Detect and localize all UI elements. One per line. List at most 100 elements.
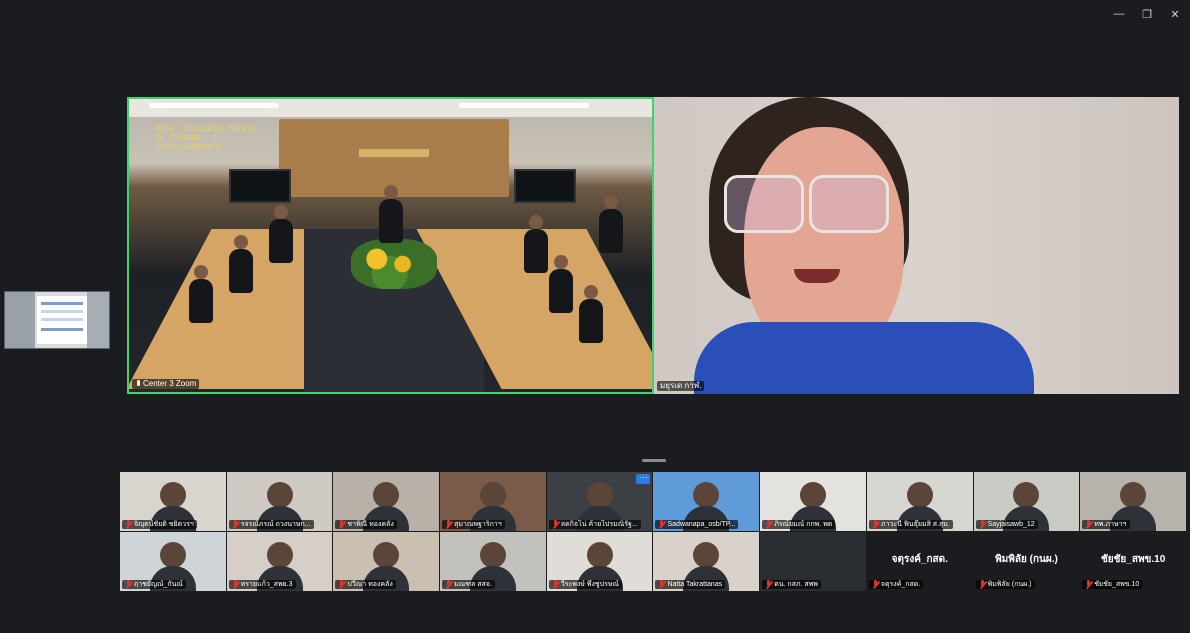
participant-name-label: จิญุตน์ชัยติ ชยิตวรฯ	[122, 520, 197, 529]
participant-tile[interactable]: จตุรงค์_กสด. จตุรงค์_กสด.	[866, 532, 973, 591]
participant-name: สุมาณพฐาริกาฯ	[454, 521, 502, 528]
microphone-muted-icon	[872, 580, 879, 589]
participant-video	[790, 482, 837, 531]
restore-button[interactable]: ❐	[1136, 6, 1158, 22]
participant-tile[interactable]: ทพ.ภาษาฯ	[1080, 472, 1186, 531]
microphone-muted-icon	[552, 580, 559, 589]
participant-tile[interactable]: รจรณ์ภรณ์ ถวงนาษก...	[226, 472, 333, 531]
participant-tile[interactable]: สุมาณพฐาริกาฯ	[440, 472, 546, 531]
participant-tile[interactable]: ฤาชยัญณ์_กันณ์	[120, 532, 226, 591]
participant-name-label: วีระพงษ์ พึงชูปรษณ์	[548, 580, 622, 589]
participant-tile[interactable]: ทรายแก้ว_สพย.3	[226, 532, 333, 591]
participant-tile[interactable]: ภาวะนี ฟินธุ๊ยมสิ ส.สุม.	[866, 472, 973, 531]
thumbnail-panel	[87, 292, 109, 348]
participant-name-label: ทรายแก้ว_สพย.3	[228, 580, 296, 589]
participant-name-label: Sayjaisawb_12	[975, 520, 1038, 529]
participant-tile[interactable]: จิญุตน์ชัยติ ชยิตวรฯ	[120, 472, 226, 531]
gallery-strip: จิญุตน์ชัยติ ชยิตวรฯ รจรณ์ภรณ์ ถวงนาษก...…	[120, 472, 1186, 591]
microphone-muted-icon	[445, 580, 452, 589]
video-overlay-text: MODE: SEAMLESS MATRIX RX CHANNEL: 1 1920…	[155, 125, 256, 152]
participant-tile[interactable]: ปวีณา ทองคลัง	[333, 532, 440, 591]
microphone-muted-icon	[125, 520, 132, 529]
participant-name: มณฑล สสจ.	[454, 581, 492, 588]
microphone-muted-icon	[765, 580, 772, 589]
microphone-muted-icon	[445, 520, 452, 529]
participant-video	[683, 482, 730, 531]
microphone-muted-icon	[658, 520, 665, 529]
microphone-muted-icon	[338, 580, 345, 589]
microphone-muted-icon	[765, 520, 772, 529]
participant-name: ชัยชัย_สพข.10	[1094, 581, 1140, 588]
participant-video	[469, 482, 516, 531]
participant-video	[149, 482, 196, 531]
participant-video	[576, 482, 623, 531]
participant-name-label: ชาพิณี ทองคลัง	[335, 520, 397, 529]
participant-display-name: จตุรงค์_กสด.	[891, 554, 948, 565]
participant-name-label: รจรณ์ภรณ์ ถวงนาษก...	[228, 520, 314, 529]
participant-name-label: มยุรเด กาฬ.	[657, 381, 705, 391]
participant-video	[363, 482, 410, 531]
participant-tile[interactable]: ภิรณ์ยมณ์ กกพ. พด	[760, 472, 866, 531]
more-options-button[interactable]: ···	[636, 474, 651, 484]
participant-video	[1003, 482, 1050, 531]
microphone-muted-icon	[552, 520, 559, 529]
participant-name-label: สุมาณพฐาริกาฯ	[442, 520, 505, 529]
microphone-muted-icon	[979, 580, 986, 589]
participant-name: Natta Takrattanas	[667, 581, 723, 588]
participant-tile[interactable]: ตน. กสภ. สพพ	[760, 532, 866, 591]
participant-tile[interactable]: ชาพิณี ทองคลัง	[333, 472, 440, 531]
participant-name: Sayjaisawb_12	[987, 521, 1035, 528]
speaker-video	[654, 97, 1179, 394]
participant-video	[149, 542, 196, 591]
microphone-muted-icon	[872, 520, 879, 529]
participant-tile[interactable]: มณฑล สสจ.	[440, 532, 546, 591]
restore-icon: ❐	[1142, 8, 1152, 21]
participant-name: ปวีณา ทองคลัง	[347, 581, 393, 588]
participant-video	[1110, 482, 1157, 531]
participant-name-label: ภิรณ์ยมณ์ กกพ. พด	[762, 520, 836, 529]
close-button[interactable]: ✕	[1164, 6, 1186, 22]
video-tile-speaker[interactable]: มยุรเด กาฬ.	[654, 97, 1179, 394]
participant-name: จตุรงค์_กสด.	[880, 581, 921, 588]
participant-tile[interactable]: ชัยชัย_สพข.10 ชัยชัย_สพข.10	[1080, 532, 1186, 591]
participant-tile[interactable]: Sayjaisawb_12	[973, 472, 1080, 531]
video-tile-conference-room[interactable]: MODE: SEAMLESS MATRIX RX CHANNEL: 1 1920…	[127, 97, 654, 394]
participant-name-label: ลดกิจโน่ ค้ายโปรมณิรัฐ...	[548, 520, 641, 529]
thumbnail-panel	[5, 292, 35, 348]
microphone-muted-icon	[1085, 580, 1092, 589]
participant-tile[interactable]: Sadwanapa_osb/TP...	[653, 472, 760, 531]
participant-video	[896, 482, 943, 531]
participant-name-label: Natta Takrattanas	[655, 580, 726, 589]
gallery-resize-handle[interactable]	[642, 459, 666, 462]
participant-video	[576, 542, 623, 591]
participant-tile[interactable]: พิมพิลัย (กนผ.) พิมพิลัย (กนผ.)	[973, 532, 1080, 591]
participant-tile[interactable]: ··· ลดกิจโน่ ค้ายโปรมณิรัฐ...	[546, 472, 653, 531]
thumbnail-document	[37, 296, 87, 344]
participant-name: ตน. กสภ. สพพ	[774, 581, 818, 588]
participant-name: วีระพงษ์ พึงชูปรษณ์	[560, 581, 619, 588]
close-icon: ✕	[1170, 8, 1180, 21]
participant-name: จิญุตน์ชัยติ ชยิตวรฯ	[134, 521, 194, 528]
shared-screen-thumbnail[interactable]	[4, 291, 110, 349]
participant-name: ลดกิจโน่ ค้ายโปรมณิรัฐ...	[560, 521, 638, 528]
participant-name-label: ภาวะนี ฟินธุ๊ยมสิ ส.สุม.	[868, 520, 953, 529]
participant-name: ทพ.ภาษาฯ	[1094, 521, 1127, 528]
microphone-muted-icon	[658, 580, 665, 589]
participant-name-label: ชัยชัย_สพข.10	[1082, 580, 1143, 589]
participant-name: ฤาชยัญณ์_กันณ์	[134, 581, 183, 588]
participant-name: รจรณ์ภรณ์ ถวงนาษก...	[240, 521, 311, 528]
microphone-muted-icon	[232, 520, 239, 529]
participant-video	[256, 482, 303, 531]
participant-name-label: Sadwanapa_osb/TP...	[655, 520, 739, 529]
participant-name: Sadwanapa_osb/TP...	[667, 521, 736, 528]
participant-name-label: พิมพิลัย (กนผ.)	[975, 580, 1035, 589]
participant-tile[interactable]: วีระพงษ์ พึงชูปรษณ์	[546, 532, 653, 591]
flower-arrangement	[351, 239, 437, 289]
participant-name: ทรายแก้ว_สพย.3	[240, 581, 293, 588]
minimize-button[interactable]: —	[1108, 6, 1130, 22]
participant-display-name: ชัยชัย_สพข.10	[1100, 554, 1166, 565]
participant-tile[interactable]: Natta Takrattanas	[653, 532, 760, 591]
minimize-icon: —	[1113, 8, 1125, 20]
participant-video	[683, 542, 730, 591]
microphone-muted-icon	[125, 580, 132, 589]
